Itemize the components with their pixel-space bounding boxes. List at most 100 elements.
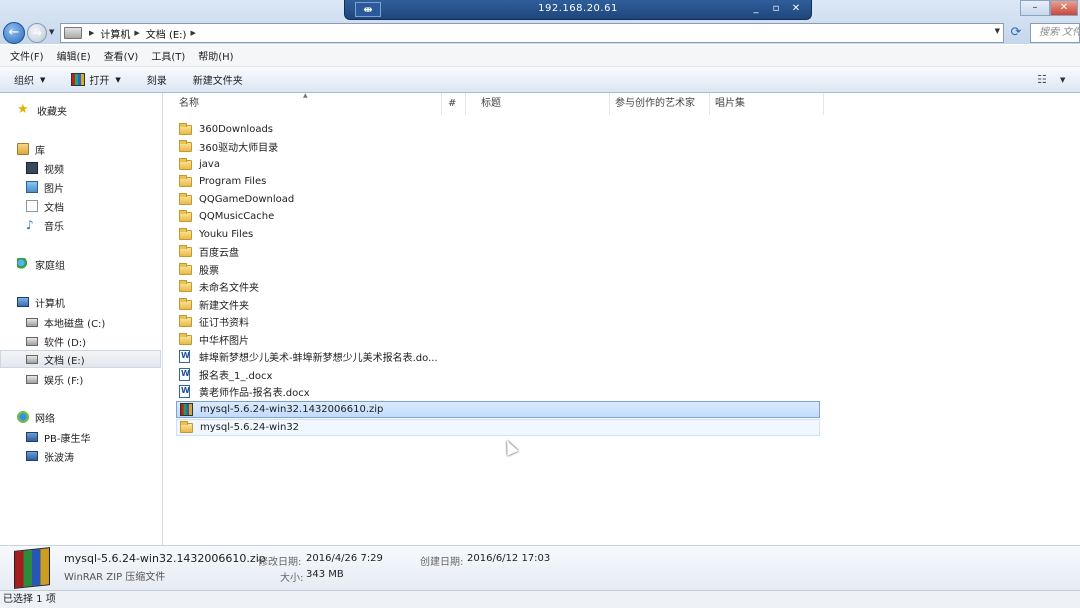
column-header-track[interactable]: # [442, 93, 466, 115]
details-created-label: 创建日期: [420, 557, 464, 568]
list-item[interactable]: 报名表_1_.docx [176, 366, 820, 383]
sidebar-item-music[interactable]: ♪ 音乐 [0, 216, 161, 234]
sidebar-item-label: 娱乐 (F:) [44, 375, 84, 387]
rdp-close-button[interactable]: ✕ [787, 2, 805, 17]
chevron-down-icon: ▼ [115, 75, 121, 84]
burn-button[interactable]: 刻录 [147, 72, 167, 87]
back-button[interactable]: ← [3, 22, 25, 44]
address-dropdown-icon[interactable]: ▼ [995, 27, 1000, 35]
rdp-minimize-button[interactable]: _ [747, 2, 765, 17]
menu-tools[interactable]: 工具(T) [147, 48, 189, 63]
sidebar-item-network-pc[interactable]: 张波涛 [0, 447, 161, 465]
column-header-artist[interactable]: 参与创作的艺术家 [610, 93, 710, 115]
list-item[interactable]: 360Downloads [176, 121, 820, 138]
breadcrumb-separator-icon[interactable]: ▶ [134, 29, 139, 37]
breadcrumb-separator-icon[interactable]: ▶ [89, 29, 94, 37]
rdp-restore-button[interactable]: ▫ [767, 2, 785, 17]
view-options-icon[interactable]: ☷ [1037, 73, 1047, 86]
forward-button[interactable]: → [27, 23, 47, 43]
sidebar-item-drive-e[interactable]: 文档 (E:) [0, 350, 161, 368]
menu-help[interactable]: 帮助(H) [194, 48, 237, 63]
window-close-button[interactable]: ✕ [1050, 0, 1078, 16]
menu-file[interactable]: 文件(F) [6, 48, 48, 63]
folder-icon [179, 122, 192, 135]
list-item[interactable]: QQGameDownload [176, 191, 820, 208]
list-item[interactable]: Program Files [176, 173, 820, 190]
history-dropdown-icon[interactable]: ▼ [49, 28, 54, 36]
list-item[interactable]: 黄老师作品-报名表.docx [176, 383, 820, 400]
file-name: 360Downloads [199, 124, 274, 135]
sidebar-item-network[interactable]: 网络 [0, 408, 161, 426]
breadcrumb-drive-e[interactable]: 文档 (E:) [146, 26, 187, 41]
file-name: 新建文件夹 [199, 301, 249, 312]
sidebar-item-homegroup[interactable]: 家庭组 [0, 255, 161, 273]
list-item[interactable]: 未命名文件夹 [176, 278, 820, 295]
network-icon [17, 411, 29, 423]
window-minimize-button[interactable]: – [1020, 0, 1050, 16]
burn-label: 刻录 [146, 76, 167, 87]
sidebar-item-drive-c[interactable]: 本地磁盘 (C:) [0, 313, 161, 331]
list-item[interactable]: 蚌埠新梦想少儿美术-蚌埠新梦想少儿美术报名表.do... [176, 348, 820, 365]
column-header-title[interactable]: 标题 [466, 93, 610, 115]
menu-bar: 文件(F) 编辑(E) 查看(V) 工具(T) 帮助(H) [0, 45, 1080, 67]
sidebar-item-computer[interactable]: 计算机 [0, 293, 161, 311]
list-item[interactable]: Youku Files [176, 226, 820, 243]
remote-host-label: 192.168.20.61 [538, 3, 618, 14]
list-item-hover[interactable]: mysql-5.6.24-win32 [176, 419, 820, 436]
folder-icon [179, 262, 192, 275]
file-name: 征订书资料 [199, 318, 249, 329]
organize-label: 组织 [14, 76, 34, 87]
refresh-icon[interactable]: ⟳ [1006, 23, 1026, 43]
sidebar-item-label: 收藏夹 [37, 106, 67, 118]
new-folder-label: 新建文件夹 [192, 76, 243, 87]
address-bar[interactable]: ▶ 计算机 ▶ 文档 (E:) ▶ ▼ [60, 23, 1004, 43]
organize-button[interactable]: 组织 ▼ [14, 72, 45, 88]
drive-icon [26, 336, 38, 346]
sidebar-item-drive-f[interactable]: 娱乐 (F:) [0, 370, 161, 388]
column-header-album[interactable]: 唱片集 [710, 93, 824, 115]
sidebar-item-documents[interactable]: 文档 [0, 197, 161, 215]
sidebar-item-libraries[interactable]: 库 [0, 140, 161, 158]
list-item-selected[interactable]: mysql-5.6.24-win32.1432006610.zip [176, 401, 820, 418]
list-item[interactable]: 新建文件夹 [176, 296, 820, 313]
network-computer-icon [26, 432, 38, 442]
folder-icon [179, 297, 192, 310]
view-dropdown-icon[interactable]: ▼ [1060, 76, 1065, 84]
file-name: mysql-5.6.24-win32.1432006610.zip [200, 404, 384, 415]
list-item[interactable]: 中华杯图片 [176, 331, 820, 348]
computer-icon [17, 297, 29, 307]
new-folder-button[interactable]: 新建文件夹 [193, 72, 243, 87]
details-pane: mysql-5.6.24-win32.1432006610.zip WinRAR… [0, 545, 1080, 590]
search-input[interactable]: 搜索 文件 [1030, 23, 1080, 43]
sidebar-item-drive-d[interactable]: 软件 (D:) [0, 332, 161, 350]
open-button[interactable]: 打开 ▼ [71, 72, 121, 87]
file-name: 未命名文件夹 [199, 283, 259, 294]
folder-icon [179, 332, 192, 345]
winrar-archive-icon [14, 547, 50, 589]
details-file-name: mysql-5.6.24-win32.1432006610.zip [64, 552, 266, 565]
sidebar-item-favorites[interactable]: ★ 收藏夹 [0, 101, 161, 119]
list-item[interactable]: 百度云盘 [176, 243, 820, 260]
sidebar-item-network-pc[interactable]: PB-康生华 [0, 428, 161, 446]
library-icon [17, 143, 29, 155]
sidebar-item-label: 图片 [44, 183, 64, 195]
menu-view[interactable]: 查看(V) [100, 48, 143, 63]
file-name: mysql-5.6.24-win32 [200, 422, 300, 433]
list-item[interactable]: 360驱动大师目录 [176, 138, 820, 155]
details-created-value: 2016/6/12 17:03 [467, 553, 551, 564]
document-icon [26, 200, 38, 212]
sidebar-item-label: 计算机 [35, 298, 65, 310]
list-item[interactable]: 股票 [176, 261, 820, 278]
list-item[interactable]: QQMusicCache [176, 208, 820, 225]
drive-icon [26, 354, 38, 364]
list-item[interactable]: 征订书资料 [176, 313, 820, 330]
breadcrumb-separator-icon[interactable]: ▶ [190, 29, 195, 37]
folder-icon [179, 174, 192, 187]
column-header-name[interactable]: 名称 [164, 93, 442, 115]
breadcrumb-computer[interactable]: 计算机 [100, 26, 130, 41]
list-item[interactable]: java [176, 156, 820, 173]
sidebar-item-pictures[interactable]: 图片 [0, 178, 161, 196]
menu-edit[interactable]: 编辑(E) [53, 48, 95, 63]
sidebar-item-videos[interactable]: 视频 [0, 159, 161, 177]
folder-icon [179, 227, 192, 240]
